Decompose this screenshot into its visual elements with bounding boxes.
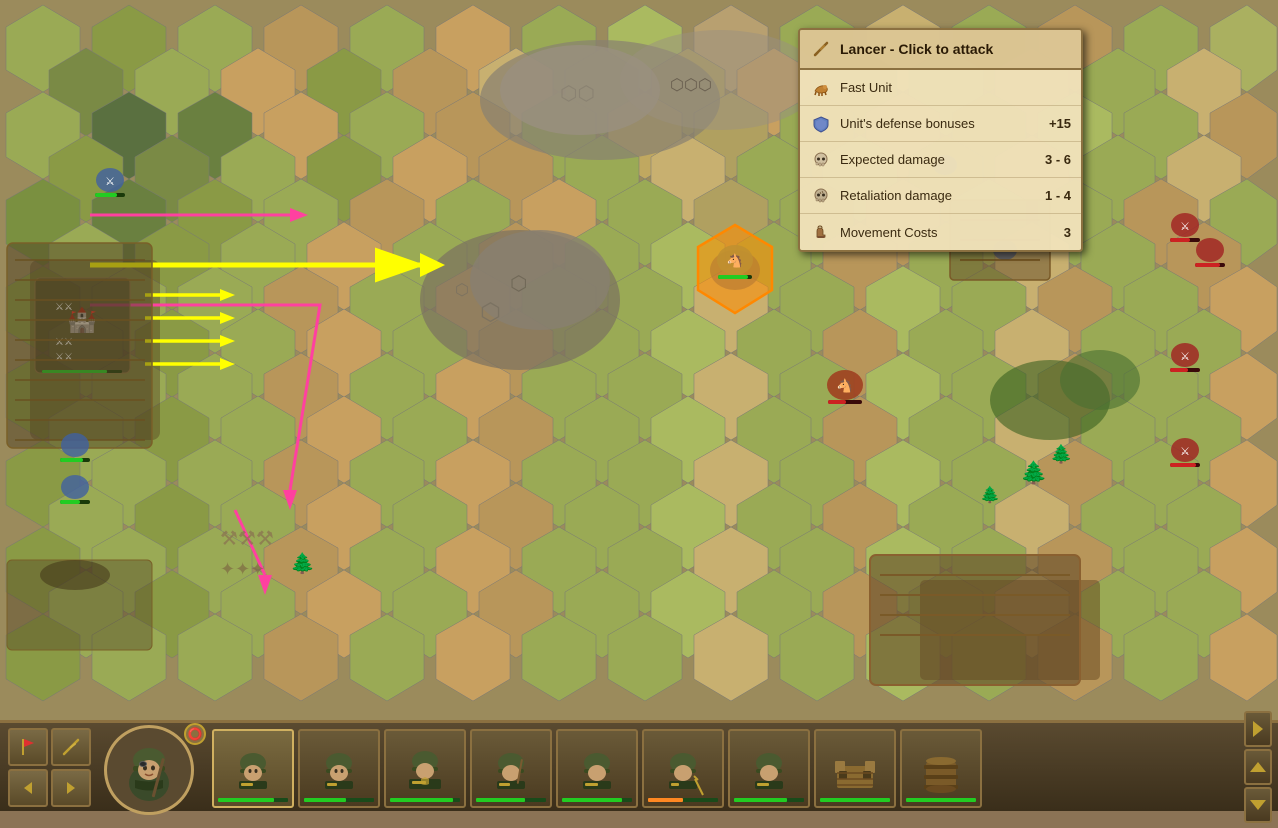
skull-attack-icon bbox=[810, 149, 832, 171]
svg-text:⚒⚒⚒: ⚒⚒⚒ bbox=[220, 528, 274, 550]
tooltip-fast-unit-row: Fast Unit bbox=[800, 70, 1081, 106]
unit-card-1[interactable] bbox=[212, 729, 294, 808]
defense-bonuses-label: Unit's defense bonuses bbox=[840, 116, 1041, 131]
skull-retaliation-icon bbox=[810, 185, 832, 207]
compass-icon: ⭕ bbox=[184, 723, 206, 745]
arrow-right-button[interactable] bbox=[51, 769, 91, 807]
tooltip-retaliation-row: Retaliation damage 1 - 4 bbox=[800, 178, 1081, 214]
svg-text:🌲: 🌲 bbox=[290, 551, 315, 575]
svg-text:⚔: ⚔ bbox=[1180, 446, 1190, 458]
svg-text:⚔: ⚔ bbox=[105, 176, 115, 188]
movement-costs-label: Movement Costs bbox=[840, 225, 1056, 240]
bottom-bar: ⭕ bbox=[0, 720, 1278, 811]
unit-card-4[interactable] bbox=[470, 729, 552, 808]
unit-card-9[interactable] bbox=[900, 729, 982, 808]
fast-unit-icon bbox=[810, 77, 832, 99]
sword-button[interactable] bbox=[51, 728, 91, 766]
svg-text:🌲: 🌲 bbox=[1050, 443, 1072, 464]
tooltip-expected-damage-row: Expected damage 3 - 6 bbox=[800, 142, 1081, 178]
navigation-buttons bbox=[1238, 706, 1278, 828]
tooltip-defense-row: Unit's defense bonuses +15 bbox=[800, 106, 1081, 142]
fast-unit-label: Fast Unit bbox=[840, 80, 1071, 95]
unit-card-3[interactable] bbox=[384, 729, 466, 808]
movement-costs-value: 3 bbox=[1064, 225, 1071, 240]
svg-text:🐴: 🐴 bbox=[837, 378, 853, 393]
svg-text:🐴: 🐴 bbox=[727, 253, 743, 268]
svg-text:⚔: ⚔ bbox=[1180, 351, 1190, 363]
svg-text:⬡⬡: ⬡⬡ bbox=[560, 83, 595, 105]
svg-text:⬡: ⬡ bbox=[455, 282, 469, 299]
unit-card-2[interactable] bbox=[298, 729, 380, 808]
retaliation-damage-label: Retaliation damage bbox=[840, 188, 1037, 203]
scroll-right-button[interactable] bbox=[1244, 711, 1272, 747]
tooltip-movement-row: Movement Costs 3 bbox=[800, 214, 1081, 250]
svg-text:⬡: ⬡ bbox=[510, 273, 527, 295]
retaliation-damage-value: 1 - 4 bbox=[1045, 188, 1071, 203]
scroll-down-button[interactable] bbox=[1244, 787, 1272, 823]
defense-bonuses-value: +15 bbox=[1049, 116, 1071, 131]
expected-damage-value: 3 - 6 bbox=[1045, 152, 1071, 167]
svg-text:🌲: 🌲 bbox=[1020, 460, 1047, 485]
tooltip-title: Lancer - Click to attack bbox=[840, 41, 993, 57]
expected-damage-label: Expected damage bbox=[840, 152, 1037, 167]
sword-icon bbox=[810, 38, 832, 60]
arrow-left-button[interactable] bbox=[8, 769, 48, 807]
left-control-buttons bbox=[0, 723, 99, 812]
unit-card-6[interactable] bbox=[642, 729, 724, 808]
unit-card-8[interactable] bbox=[814, 729, 896, 808]
player-avatar: ⭕ bbox=[104, 725, 204, 810]
svg-text:✦✦✦: ✦✦✦ bbox=[220, 559, 265, 579]
unit-card-5[interactable] bbox=[556, 729, 638, 808]
svg-text:🌲: 🌲 bbox=[980, 485, 1000, 504]
tooltip-title-row[interactable]: Lancer - Click to attack bbox=[800, 30, 1081, 70]
svg-text:⚔: ⚔ bbox=[1180, 221, 1190, 233]
svg-text:⬡: ⬡ bbox=[480, 299, 501, 326]
flag-button[interactable] bbox=[8, 728, 48, 766]
svg-text:⬡⬡⬡: ⬡⬡⬡ bbox=[670, 77, 712, 94]
game-map[interactable]: ⚔ 🏰 ⚔⚔ ⚔⚔ ⚔⚔ ⚔ ⚔ ⚔ 🐴 bbox=[0, 0, 1278, 720]
scroll-up-button[interactable] bbox=[1244, 749, 1272, 785]
avatar-image bbox=[104, 725, 194, 815]
unit-card-7[interactable] bbox=[728, 729, 810, 808]
tooltip-panel: Lancer - Click to attack Fast Unit Unit'… bbox=[798, 28, 1083, 252]
shield-icon bbox=[810, 113, 832, 135]
movement-icon bbox=[810, 221, 832, 243]
unit-cards-container bbox=[204, 725, 1238, 810]
